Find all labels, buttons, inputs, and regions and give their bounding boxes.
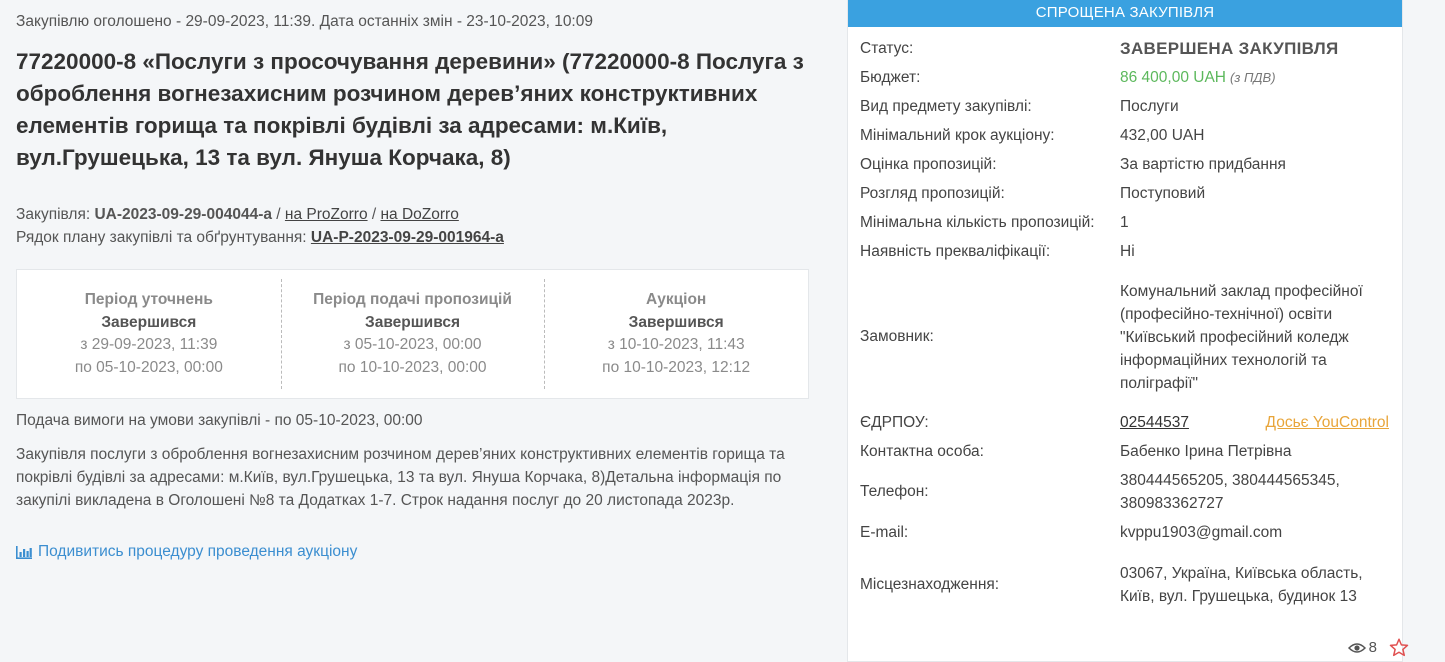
row-customer: Замовник: Комунальний заклад професійної… (848, 266, 1402, 408)
edrpou-link[interactable]: 02544537 (1120, 411, 1189, 434)
review-value: Поступовий (1120, 185, 1206, 202)
announce-date: Закупівлю оголошено - 29-09-2023, 11:39.… (16, 13, 593, 30)
youcontrol-link[interactable]: Досьє YouControl (1266, 411, 1389, 434)
eye-icon (1347, 642, 1366, 653)
row-step: Мінімальний крок аукціону: 432,00 UAH (848, 121, 1402, 150)
row-label: Бюджет: (860, 68, 921, 86)
phone-value: 380444565205, 380444565345, 380983362727 (1120, 472, 1340, 512)
row-subject: Вид предмету закупівлі: Послуги (848, 92, 1402, 121)
status-value: ЗАВЕРШЕНА ЗАКУПІВЛЯ (1120, 39, 1339, 58)
period-to: по 10-10-2023, 00:00 (338, 358, 487, 376)
prozorro-link[interactable]: на ProZorro (285, 206, 368, 223)
row-label: Контактна особа: (860, 442, 984, 460)
star-icon[interactable] (1389, 638, 1409, 657)
period-name: Період подачі пропозицій (313, 291, 512, 308)
row-eval: Оцінка пропозицій: За вартістю придбання (848, 150, 1402, 179)
row-edrpou: ЄДРПОУ: 02544537 Досьє YouControl (848, 408, 1402, 437)
period-status: Завершився (628, 313, 724, 331)
row-email: E-mail: kvppu1903@gmail.com (848, 518, 1402, 547)
row-status: Статус: ЗАВЕРШЕНА ЗАКУПІВЛЯ (848, 34, 1402, 63)
claim-deadline: Подача вимоги на умови закупівлі - по 05… (16, 412, 423, 429)
tender-id: UA-2023-09-29-004044-a (94, 206, 272, 223)
page-title: 77220000-8 «Послуги з просочування дерев… (16, 49, 804, 170)
row-contact: Контактна особа: Бабенко Ірина Петрівна (848, 437, 1402, 466)
row-review: Розгляд пропозицій: Поступовий (848, 179, 1402, 208)
row-min-bids: Мінімальна кількість пропозицій: 1 (848, 208, 1402, 237)
row-phone: Телефон: 380444565205, 380444565345, 380… (848, 466, 1402, 518)
row-label: E-mail: (860, 523, 909, 541)
eval-value: За вартістю придбання (1120, 156, 1286, 173)
tender-description: Закупівля послуги з оброблення вогнезахи… (16, 446, 785, 509)
row-budget: Бюджет: 86 400,00 UAH (з ПДВ) (848, 63, 1402, 92)
row-label: Мінімальна кількість пропозицій: (860, 213, 1095, 231)
period-name: Період уточнень (84, 291, 213, 308)
info-panel: СПРОЩЕНА ЗАКУПІВЛЯ Статус: ЗАВЕРШЕНА ЗАК… (847, 0, 1403, 662)
row-location: Місцезнаходження: 03067, Україна, Київсь… (848, 547, 1402, 622)
budget-value: 86 400,00 UAH (з ПДВ) (1120, 66, 1402, 89)
subject-value: Послуги (1120, 98, 1179, 115)
period-status: Завершився (101, 313, 197, 331)
period-auction: Аукціон Завершився з 10-10-2023, 11:43 п… (544, 279, 808, 389)
budget-amount: 86 400,00 UAH (1120, 69, 1226, 86)
row-label: ЄДРПОУ: (860, 413, 929, 431)
prequal-value: Ні (1120, 243, 1135, 260)
row-prequal: Наявність прекваліфікації: Ні (848, 237, 1402, 266)
auction-link-label: Подивитись процедуру проведення аукціону (38, 543, 358, 560)
period-from: з 05-10-2023, 00:00 (343, 336, 482, 353)
views-bar: 8 (1347, 638, 1409, 657)
row-label: Замовник: (860, 328, 934, 345)
periods-box: Період уточнень Завершився з 29-09-2023,… (16, 269, 809, 399)
email-value: kvppu1903@gmail.com (1120, 524, 1283, 541)
row-label: Телефон: (860, 483, 929, 500)
bar-chart-icon (16, 545, 32, 559)
plan-label: Рядок плану закупівлі та обґрунтування: (16, 229, 307, 246)
location-value: 03067, Україна, Київська область, Київ, … (1120, 564, 1363, 605)
tender-ids: Закупівля: UA-2023-09-29-004044-a / на P… (16, 203, 504, 249)
period-name: Аукціон (646, 291, 707, 308)
customer-value: Комунальний заклад професійної (професій… (1120, 282, 1363, 392)
panel-header: СПРОЩЕНА ЗАКУПІВЛЯ (848, 0, 1402, 27)
period-status: Завершився (365, 313, 460, 331)
row-label: Статус: (860, 39, 914, 57)
period-from: з 29-09-2023, 11:39 (80, 336, 218, 353)
row-label: Розгляд пропозицій: (860, 184, 1005, 202)
row-label: Оцінка пропозицій: (860, 155, 997, 173)
period-from: з 10-10-2023, 11:43 (607, 336, 745, 353)
edrpou-value: 02544537 Досьє YouControl (1120, 411, 1402, 434)
dozorro-link[interactable]: на DoZorro (381, 206, 459, 223)
separator: / (276, 206, 281, 223)
row-label: Вид предмету закупівлі: (860, 97, 1032, 115)
auction-procedure-link[interactable]: Подивитись процедуру проведення аукціону (16, 543, 357, 561)
view-counter: 8 (1347, 639, 1377, 656)
period-submission: Період подачі пропозицій Завершився з 05… (280, 279, 545, 389)
row-label: Наявність прекваліфікації: (860, 242, 1051, 260)
period-to: по 10-10-2023, 12:12 (602, 358, 751, 376)
period-to: по 05-10-2023, 00:00 (74, 358, 223, 376)
row-label: Мінімальний крок аукціону: (860, 126, 1055, 144)
views-count: 8 (1368, 639, 1377, 656)
separator: / (371, 206, 377, 223)
step-value: 432,00 UAH (1120, 127, 1205, 144)
contact-value: Бабенко Ірина Петрівна (1120, 443, 1292, 460)
row-label: Місцезнаходження: (860, 575, 1000, 593)
period-clarification: Період уточнень Завершився з 29-09-2023,… (17, 289, 281, 379)
min-bids-value: 1 (1120, 214, 1129, 231)
plan-link[interactable]: UA-P-2023-09-29-001964-a (311, 229, 504, 246)
tender-id-label: Закупівля: (16, 206, 91, 223)
budget-vat: (з ПДВ) (1230, 70, 1276, 85)
